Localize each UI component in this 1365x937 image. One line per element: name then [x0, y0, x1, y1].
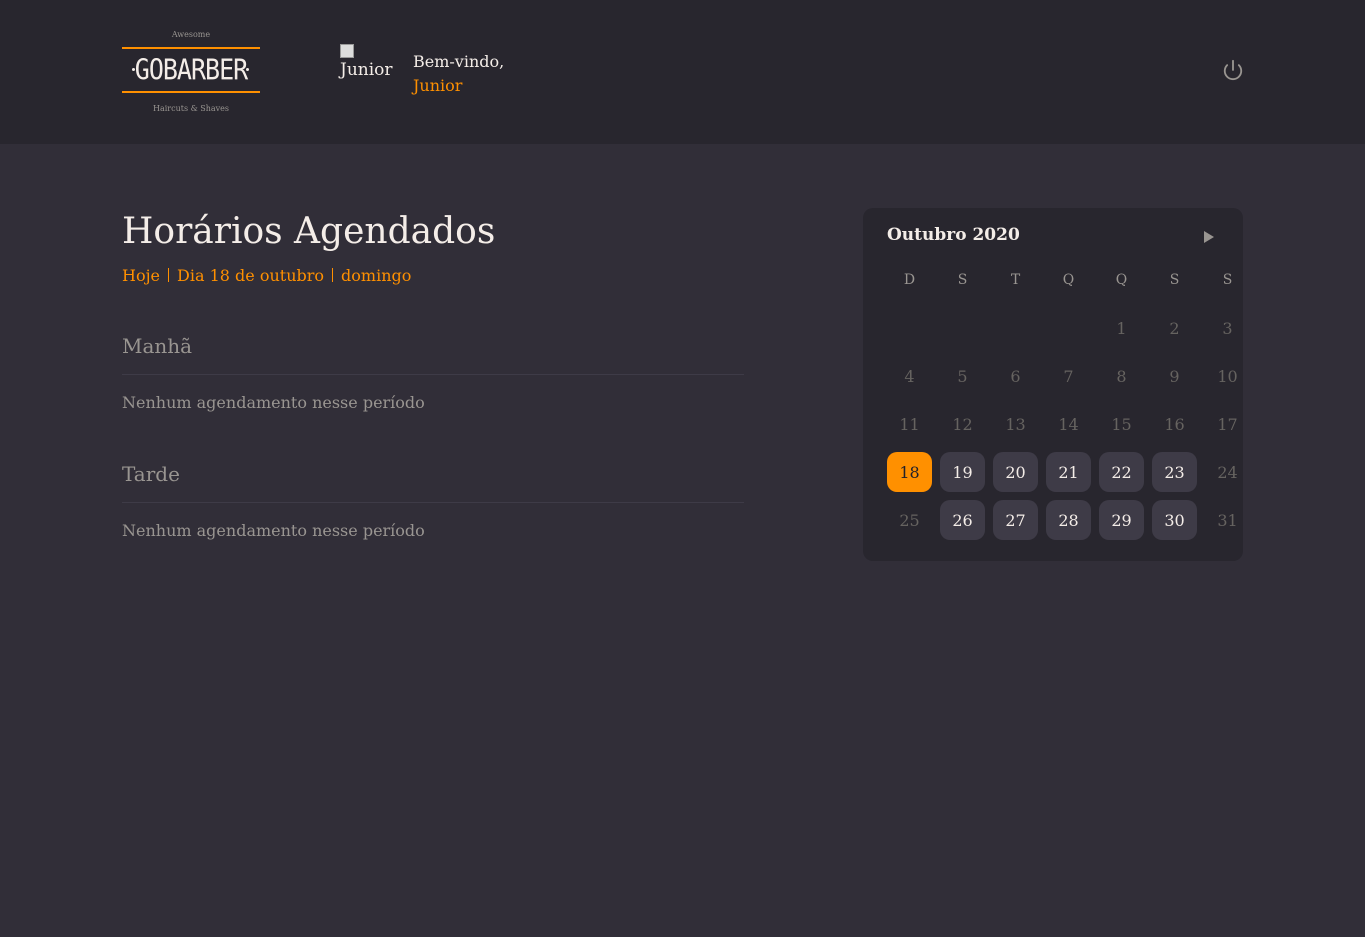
calendar-day: 7	[1063, 366, 1074, 386]
broken-image-icon	[340, 44, 354, 58]
calendar-day: 17	[1217, 414, 1238, 434]
calendar-day: 12	[952, 414, 973, 434]
weekday-header: Q	[1062, 272, 1075, 288]
calendar-day[interactable]: 20	[993, 452, 1038, 492]
calendar-day: 6	[1010, 366, 1021, 386]
calendar-day: 24	[1217, 462, 1238, 482]
calendar-day[interactable]: 22	[1099, 452, 1144, 492]
weekday-header: T	[1010, 272, 1021, 288]
schedule-date-info: Hoje Dia 18 de outubro domingo	[122, 264, 744, 286]
calendar-day: 1	[1116, 318, 1127, 338]
profile-greeting: Bem-vindo, Junior	[413, 50, 504, 98]
calendar-month-title: Outubro 2020	[887, 225, 1020, 245]
calendar: Outubro 2020 D S T Q Q S S 1 2 3 4 5 6 7 8 9 10 11 12 13 14 1…	[863, 208, 1243, 561]
header: Awesome GOBARBER Haircuts & Shaves Junio…	[0, 0, 1365, 144]
calendar-day: 10	[1217, 366, 1238, 386]
calendar-day: 11	[899, 414, 920, 434]
calendar-day[interactable]: 28	[1046, 500, 1091, 540]
weekday-label: domingo	[341, 265, 412, 285]
profile-link-user-name[interactable]: Junior	[413, 74, 504, 98]
calendar-day[interactable]: 30	[1152, 500, 1197, 540]
section-afternoon: Tarde Nenhum agendamento nesse período	[122, 460, 744, 540]
weekday-header: D	[903, 272, 916, 288]
power-icon[interactable]	[1222, 59, 1244, 81]
calendar-day[interactable]: 19	[940, 452, 985, 492]
calendar-day: 4	[904, 366, 915, 386]
calendar-day: 3	[1222, 318, 1233, 338]
calendar-day[interactable]: 23	[1152, 452, 1197, 492]
logo-name: GOBARBER	[134, 52, 248, 87]
divider	[332, 268, 334, 282]
logo-dot	[246, 68, 249, 71]
calendar-day: 13	[1005, 414, 1026, 434]
avatar[interactable]: Junior	[340, 44, 396, 100]
empty-message: Nenhum agendamento nesse período	[122, 521, 425, 540]
page-title: Horários Agendados	[122, 211, 496, 252]
divider	[168, 268, 170, 282]
today-label: Hoje	[122, 265, 161, 285]
calendar-day[interactable]: 27	[993, 500, 1038, 540]
triangle-right-icon[interactable]	[1202, 229, 1216, 243]
weekday-header: S	[1169, 272, 1180, 288]
section-title: Tarde	[122, 460, 744, 503]
calendar-day: 15	[1111, 414, 1132, 434]
weekday-header: Q	[1115, 272, 1128, 288]
gobarber-logo: Awesome GOBARBER Haircuts & Shaves	[122, 28, 260, 116]
calendar-day: 8	[1116, 366, 1127, 386]
date-label: Dia 18 de outubro	[177, 265, 325, 285]
schedule-panel: Horários Agendados Hoje Dia 18 de outubr…	[122, 208, 744, 540]
section-morning: Manhã Nenhum agendamento nesse período	[122, 332, 744, 412]
logo-tagline-top: Awesome	[171, 30, 211, 39]
calendar-day: 31	[1217, 510, 1238, 530]
avatar-alt-text: Junior	[340, 60, 393, 80]
welcome-label: Bem-vindo,	[413, 52, 505, 71]
calendar-day-selected[interactable]: 18	[887, 452, 932, 492]
logo-tagline-bottom: Haircuts & Shaves	[152, 104, 230, 113]
calendar-day: 25	[899, 510, 920, 530]
calendar-day: 2	[1169, 318, 1180, 338]
empty-message: Nenhum agendamento nesse período	[122, 393, 425, 412]
weekday-header: S	[957, 272, 968, 288]
calendar-day: 16	[1164, 414, 1185, 434]
calendar-day[interactable]: 29	[1099, 500, 1144, 540]
calendar-day: 9	[1169, 366, 1180, 386]
calendar-day[interactable]: 21	[1046, 452, 1091, 492]
calendar-day: 14	[1058, 414, 1079, 434]
calendar-day[interactable]: 26	[940, 500, 985, 540]
weekday-header: S	[1222, 272, 1233, 288]
section-title: Manhã	[122, 332, 744, 375]
calendar-day: 5	[957, 366, 968, 386]
